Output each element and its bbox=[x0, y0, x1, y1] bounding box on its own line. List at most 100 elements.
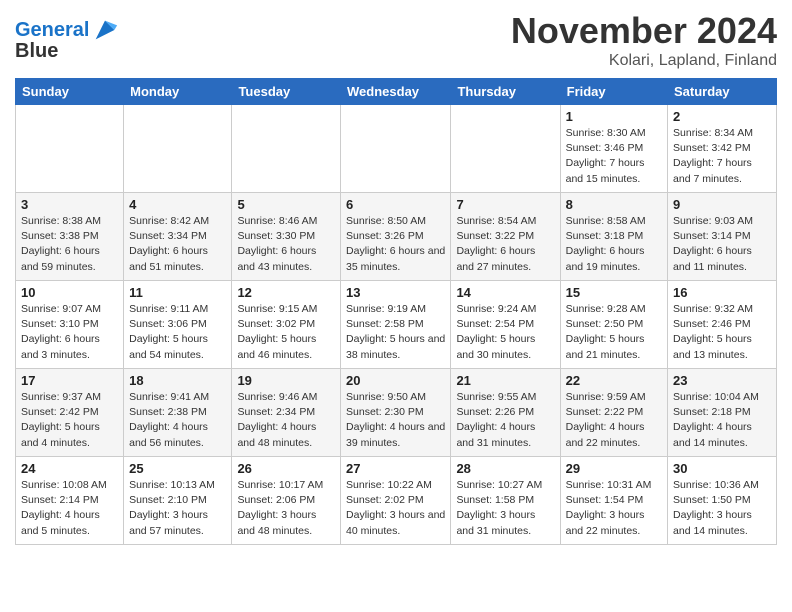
day-number: 30 bbox=[673, 461, 771, 476]
day-number: 7 bbox=[456, 197, 554, 212]
day-number: 23 bbox=[673, 373, 771, 388]
day-number: 29 bbox=[566, 461, 662, 476]
day-detail: Sunrise: 9:32 AMSunset: 2:46 PMDaylight:… bbox=[673, 303, 753, 361]
calendar-week-row: 17 Sunrise: 9:37 AMSunset: 2:42 PMDaylig… bbox=[16, 369, 777, 457]
weekday-header-monday: Monday bbox=[124, 79, 232, 105]
calendar-cell: 30 Sunrise: 10:36 AMSunset: 1:50 PMDayli… bbox=[668, 457, 777, 545]
day-detail: Sunrise: 9:15 AMSunset: 3:02 PMDaylight:… bbox=[237, 303, 317, 361]
location-title: Kolari, Lapland, Finland bbox=[511, 52, 777, 70]
weekday-header-friday: Friday bbox=[560, 79, 667, 105]
weekday-header-wednesday: Wednesday bbox=[341, 79, 451, 105]
day-detail: Sunrise: 9:55 AMSunset: 2:26 PMDaylight:… bbox=[456, 391, 536, 449]
day-number: 15 bbox=[566, 285, 662, 300]
calendar-cell bbox=[16, 105, 124, 193]
calendar-cell: 2 Sunrise: 8:34 AMSunset: 3:42 PMDayligh… bbox=[668, 105, 777, 193]
day-detail: Sunrise: 10:31 AMSunset: 1:54 PMDaylight… bbox=[566, 479, 652, 537]
day-number: 13 bbox=[346, 285, 445, 300]
calendar-cell: 21 Sunrise: 9:55 AMSunset: 2:26 PMDaylig… bbox=[451, 369, 560, 457]
day-detail: Sunrise: 9:07 AMSunset: 3:10 PMDaylight:… bbox=[21, 303, 101, 361]
calendar-table: SundayMondayTuesdayWednesdayThursdayFrid… bbox=[15, 78, 777, 545]
day-detail: Sunrise: 8:50 AMSunset: 3:26 PMDaylight:… bbox=[346, 215, 445, 273]
day-number: 22 bbox=[566, 373, 662, 388]
calendar-cell: 8 Sunrise: 8:58 AMSunset: 3:18 PMDayligh… bbox=[560, 193, 667, 281]
calendar-cell: 12 Sunrise: 9:15 AMSunset: 3:02 PMDaylig… bbox=[232, 281, 341, 369]
day-detail: Sunrise: 8:30 AMSunset: 3:46 PMDaylight:… bbox=[566, 127, 646, 185]
weekday-header-sunday: Sunday bbox=[16, 79, 124, 105]
calendar-cell: 19 Sunrise: 9:46 AMSunset: 2:34 PMDaylig… bbox=[232, 369, 341, 457]
day-detail: Sunrise: 10:17 AMSunset: 2:06 PMDaylight… bbox=[237, 479, 323, 537]
day-detail: Sunrise: 9:24 AMSunset: 2:54 PMDaylight:… bbox=[456, 303, 536, 361]
calendar-cell: 15 Sunrise: 9:28 AMSunset: 2:50 PMDaylig… bbox=[560, 281, 667, 369]
day-number: 20 bbox=[346, 373, 445, 388]
calendar-cell bbox=[341, 105, 451, 193]
calendar-cell: 27 Sunrise: 10:22 AMSunset: 2:02 PMDayli… bbox=[341, 457, 451, 545]
calendar-cell: 1 Sunrise: 8:30 AMSunset: 3:46 PMDayligh… bbox=[560, 105, 667, 193]
logo-icon bbox=[91, 16, 119, 44]
day-number: 17 bbox=[21, 373, 118, 388]
day-number: 10 bbox=[21, 285, 118, 300]
day-detail: Sunrise: 10:36 AMSunset: 1:50 PMDaylight… bbox=[673, 479, 759, 537]
calendar-cell: 6 Sunrise: 8:50 AMSunset: 3:26 PMDayligh… bbox=[341, 193, 451, 281]
month-title: November 2024 bbox=[511, 10, 777, 52]
calendar-cell bbox=[451, 105, 560, 193]
page-header: General Blue November 2024 Kolari, Lapla… bbox=[15, 10, 777, 70]
calendar-week-row: 24 Sunrise: 10:08 AMSunset: 2:14 PMDayli… bbox=[16, 457, 777, 545]
calendar-cell: 11 Sunrise: 9:11 AMSunset: 3:06 PMDaylig… bbox=[124, 281, 232, 369]
day-number: 16 bbox=[673, 285, 771, 300]
calendar-week-row: 1 Sunrise: 8:30 AMSunset: 3:46 PMDayligh… bbox=[16, 105, 777, 193]
calendar-cell: 3 Sunrise: 8:38 AMSunset: 3:38 PMDayligh… bbox=[16, 193, 124, 281]
day-detail: Sunrise: 8:58 AMSunset: 3:18 PMDaylight:… bbox=[566, 215, 646, 273]
day-number: 21 bbox=[456, 373, 554, 388]
day-number: 27 bbox=[346, 461, 445, 476]
day-detail: Sunrise: 10:22 AMSunset: 2:02 PMDaylight… bbox=[346, 479, 445, 537]
day-detail: Sunrise: 10:04 AMSunset: 2:18 PMDaylight… bbox=[673, 391, 759, 449]
day-detail: Sunrise: 9:28 AMSunset: 2:50 PMDaylight:… bbox=[566, 303, 646, 361]
calendar-cell: 26 Sunrise: 10:17 AMSunset: 2:06 PMDayli… bbox=[232, 457, 341, 545]
calendar-cell: 25 Sunrise: 10:13 AMSunset: 2:10 PMDayli… bbox=[124, 457, 232, 545]
day-detail: Sunrise: 8:46 AMSunset: 3:30 PMDaylight:… bbox=[237, 215, 317, 273]
calendar-cell: 24 Sunrise: 10:08 AMSunset: 2:14 PMDayli… bbox=[16, 457, 124, 545]
day-detail: Sunrise: 9:03 AMSunset: 3:14 PMDaylight:… bbox=[673, 215, 753, 273]
calendar-cell: 17 Sunrise: 9:37 AMSunset: 2:42 PMDaylig… bbox=[16, 369, 124, 457]
day-detail: Sunrise: 8:34 AMSunset: 3:42 PMDaylight:… bbox=[673, 127, 753, 185]
day-number: 14 bbox=[456, 285, 554, 300]
day-detail: Sunrise: 9:37 AMSunset: 2:42 PMDaylight:… bbox=[21, 391, 101, 449]
day-detail: Sunrise: 9:11 AMSunset: 3:06 PMDaylight:… bbox=[129, 303, 208, 361]
day-detail: Sunrise: 10:08 AMSunset: 2:14 PMDaylight… bbox=[21, 479, 107, 537]
calendar-cell: 22 Sunrise: 9:59 AMSunset: 2:22 PMDaylig… bbox=[560, 369, 667, 457]
weekday-header-thursday: Thursday bbox=[451, 79, 560, 105]
day-number: 26 bbox=[237, 461, 335, 476]
logo: General Blue bbox=[15, 16, 119, 62]
day-number: 5 bbox=[237, 197, 335, 212]
day-detail: Sunrise: 9:19 AMSunset: 2:58 PMDaylight:… bbox=[346, 303, 445, 361]
calendar-cell bbox=[124, 105, 232, 193]
calendar-cell: 29 Sunrise: 10:31 AMSunset: 1:54 PMDayli… bbox=[560, 457, 667, 545]
day-detail: Sunrise: 10:13 AMSunset: 2:10 PMDaylight… bbox=[129, 479, 215, 537]
day-number: 25 bbox=[129, 461, 226, 476]
day-number: 8 bbox=[566, 197, 662, 212]
day-detail: Sunrise: 9:46 AMSunset: 2:34 PMDaylight:… bbox=[237, 391, 317, 449]
day-number: 24 bbox=[21, 461, 118, 476]
day-number: 2 bbox=[673, 109, 771, 124]
logo-line1: General bbox=[15, 19, 89, 41]
calendar-cell: 14 Sunrise: 9:24 AMSunset: 2:54 PMDaylig… bbox=[451, 281, 560, 369]
weekday-header-row: SundayMondayTuesdayWednesdayThursdayFrid… bbox=[16, 79, 777, 105]
day-number: 18 bbox=[129, 373, 226, 388]
calendar-cell: 23 Sunrise: 10:04 AMSunset: 2:18 PMDayli… bbox=[668, 369, 777, 457]
calendar-cell: 28 Sunrise: 10:27 AMSunset: 1:58 PMDayli… bbox=[451, 457, 560, 545]
day-number: 11 bbox=[129, 285, 226, 300]
day-number: 6 bbox=[346, 197, 445, 212]
day-detail: Sunrise: 9:41 AMSunset: 2:38 PMDaylight:… bbox=[129, 391, 209, 449]
day-number: 4 bbox=[129, 197, 226, 212]
calendar-cell: 18 Sunrise: 9:41 AMSunset: 2:38 PMDaylig… bbox=[124, 369, 232, 457]
day-number: 3 bbox=[21, 197, 118, 212]
day-detail: Sunrise: 8:38 AMSunset: 3:38 PMDaylight:… bbox=[21, 215, 101, 273]
calendar-cell: 5 Sunrise: 8:46 AMSunset: 3:30 PMDayligh… bbox=[232, 193, 341, 281]
weekday-header-tuesday: Tuesday bbox=[232, 79, 341, 105]
day-detail: Sunrise: 8:54 AMSunset: 3:22 PMDaylight:… bbox=[456, 215, 536, 273]
day-number: 19 bbox=[237, 373, 335, 388]
calendar-cell: 10 Sunrise: 9:07 AMSunset: 3:10 PMDaylig… bbox=[16, 281, 124, 369]
day-detail: Sunrise: 9:50 AMSunset: 2:30 PMDaylight:… bbox=[346, 391, 445, 449]
calendar-cell: 7 Sunrise: 8:54 AMSunset: 3:22 PMDayligh… bbox=[451, 193, 560, 281]
calendar-cell: 4 Sunrise: 8:42 AMSunset: 3:34 PMDayligh… bbox=[124, 193, 232, 281]
